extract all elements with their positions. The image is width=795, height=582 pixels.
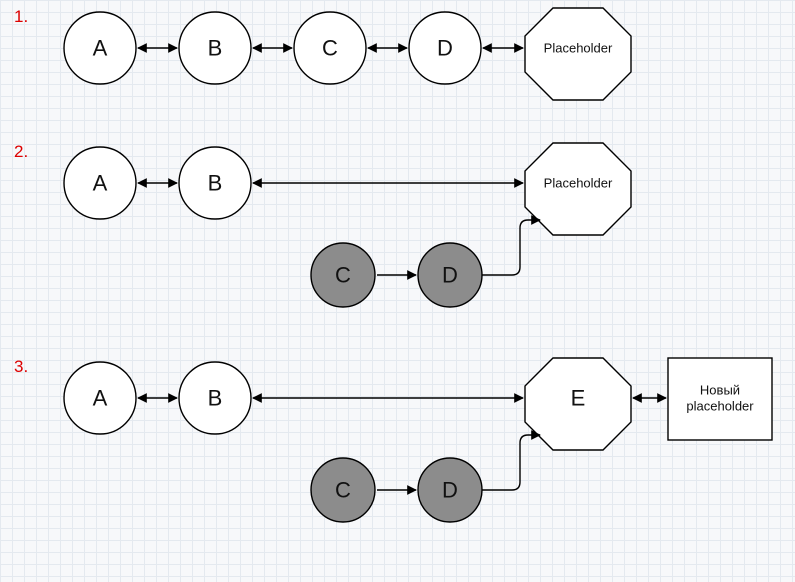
node-label: D (437, 36, 453, 61)
node-label: C (335, 478, 351, 503)
node-circle-grey: D (418, 243, 482, 307)
octagon-label: E (571, 386, 586, 411)
node-label: D (442, 478, 458, 503)
node-label: B (208, 171, 223, 196)
edge-elbow (482, 220, 540, 275)
diagram-number: 3. (14, 357, 28, 376)
node-circle: B (179, 362, 251, 434)
diagram-number: 1. (14, 7, 28, 26)
node-circle: A (64, 362, 136, 434)
node-circle: A (64, 147, 136, 219)
edge-elbow (482, 435, 540, 490)
node-circle-grey: C (311, 243, 375, 307)
node-circle: C (294, 12, 366, 84)
node-circle: B (179, 147, 251, 219)
node-label: A (93, 171, 108, 196)
box-label-line1: Новый (700, 383, 740, 398)
diagram-3: 3. A B E Новый placeholder C D (14, 357, 772, 522)
node-label: B (208, 36, 223, 61)
node-label: C (335, 263, 351, 288)
node-label: C (322, 36, 338, 61)
node-box: Новый placeholder (668, 358, 772, 440)
node-circle: D (409, 12, 481, 84)
node-label: D (442, 263, 458, 288)
node-octagon: Placeholder (525, 143, 631, 235)
octagon-label: Placeholder (544, 41, 613, 56)
diagram-1: 1. A B C D Placeholder (14, 7, 631, 100)
octagon-label: Placeholder (544, 176, 613, 191)
node-circle: A (64, 12, 136, 84)
box-label-line2: placeholder (686, 399, 754, 414)
node-label: A (93, 36, 108, 61)
node-label: B (208, 386, 223, 411)
diagram-2: 2. A B Placeholder C D (14, 142, 631, 307)
node-label: A (93, 386, 108, 411)
node-octagon: E (525, 358, 631, 450)
diagram-canvas: 1. A B C D Placeholder 2. (0, 0, 795, 582)
node-octagon: Placeholder (525, 8, 631, 100)
node-circle-grey: D (418, 458, 482, 522)
diagram-number: 2. (14, 142, 28, 161)
node-circle: B (179, 12, 251, 84)
node-circle-grey: C (311, 458, 375, 522)
